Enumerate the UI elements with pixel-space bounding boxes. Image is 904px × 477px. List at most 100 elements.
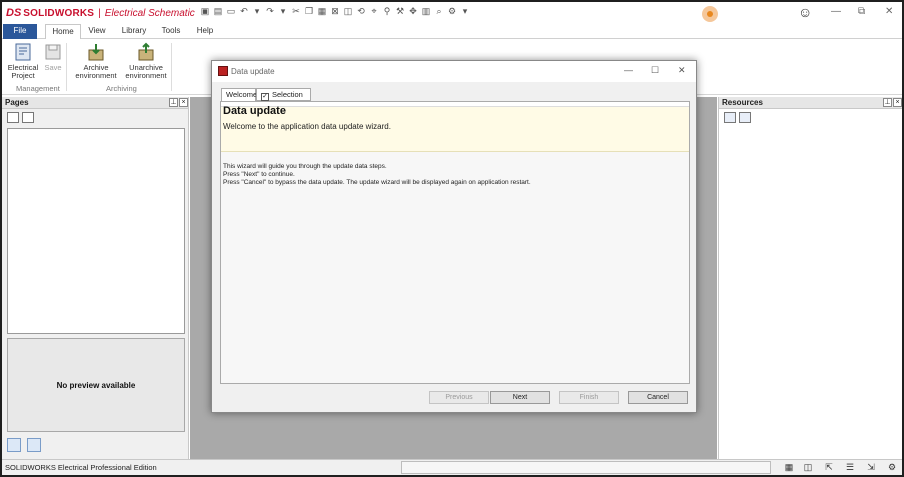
maximize-icon[interactable]: ☐ <box>651 65 659 76</box>
save-icon <box>45 44 61 60</box>
move-icon[interactable]: ✥ <box>408 6 418 17</box>
dialog-body: Data update Welcome to the application d… <box>220 101 690 384</box>
tab-library[interactable]: Library <box>118 24 150 39</box>
preview-text: No preview available <box>56 380 136 390</box>
pages-tree[interactable] <box>7 128 185 334</box>
settings-icon[interactable]: ⚙ <box>447 6 457 17</box>
dialog-subheading: Welcome to the application data update w… <box>223 122 391 131</box>
tab-selection-label: Selection <box>272 90 303 99</box>
redo-icon[interactable]: ↷ <box>265 6 275 17</box>
dialog-heading: Data update <box>223 105 286 117</box>
group-separator <box>66 43 67 91</box>
zoom-preview-icon[interactable] <box>7 438 21 452</box>
copy-icon[interactable]: ❐ <box>304 6 314 17</box>
dialog-title-bar: Data update — ☐ ✕ <box>212 61 696 82</box>
list-icon[interactable] <box>739 112 751 123</box>
zoom-icon[interactable]: ⚲ <box>382 6 392 17</box>
electrical-project-icon <box>15 43 31 61</box>
rotate-icon[interactable]: ⟲ <box>356 6 366 17</box>
title-bar: DS SOLIDWORKS | Electrical Schematic ▣ ▤… <box>2 2 902 24</box>
dialog-footer: Previous Next Finish Cancel <box>220 384 690 408</box>
new-icon[interactable]: ▣ <box>200 6 210 17</box>
instruction-line: Press "Cancel" to bypass the data update… <box>223 179 531 186</box>
cursor-icon[interactable]: ⇱ <box>822 461 836 474</box>
tab-welcome[interactable]: Welcome <box>221 88 257 102</box>
ds-logo-icon: DS <box>6 7 22 19</box>
edition-text: SOLIDWORKS Electrical Professional Editi… <box>5 463 157 472</box>
cut-icon[interactable]: ✂ <box>291 6 301 17</box>
instruction-line: This wizard will guide you through the u… <box>223 163 387 170</box>
grid-icon[interactable]: ▦ <box>782 461 796 474</box>
archive-environment-label: Archive environment <box>75 63 117 80</box>
tab-home[interactable]: Home <box>45 24 81 40</box>
data-update-dialog: Data update — ☐ ✕ Welcome ✓ Selection Dat… <box>211 60 697 413</box>
pin-icon[interactable]: ⊥ <box>883 98 892 107</box>
save-icon[interactable]: ▤ <box>213 6 223 17</box>
header-strip <box>221 102 689 107</box>
close-icon[interactable]: ✕ <box>885 6 893 17</box>
ortho-icon[interactable]: ◫ <box>801 461 815 474</box>
tab-file[interactable]: File <box>3 24 37 39</box>
archive-environment-button[interactable]: Archive environment <box>70 42 122 80</box>
dialog-header: Data update Welcome to the application d… <box>221 102 689 152</box>
close-icon[interactable]: × <box>179 98 188 107</box>
status-bar: SOLIDWORKS Electrical Professional Editi… <box>2 459 902 475</box>
quick-access-toolbar: ▣ ▤ ▭ ↶ ▾ ↷ ▾ ✂ ❐ ▦ ⊠ ◫ ⟲ ⌖ ⚲ ⚒ ✥ ▥ ⌕ ⚙ … <box>200 6 470 17</box>
settings-icon[interactable]: ⚙ <box>885 461 899 474</box>
resources-panel-title: Resources <box>722 98 763 107</box>
feedback-smiley-icon[interactable]: ☺ <box>798 4 812 20</box>
dialog-instructions: This wizard will guide you through the u… <box>223 163 531 187</box>
print-icon[interactable]: ▭ <box>226 6 236 17</box>
snap-icon[interactable]: ⇲ <box>864 461 878 474</box>
search-icon[interactable]: ⌕ <box>434 6 444 17</box>
previous-button[interactable]: Previous <box>429 391 489 404</box>
group-archiving-label: Archiving <box>106 84 137 93</box>
dialog-title: Data update <box>231 67 275 76</box>
pin-icon[interactable]: ⊥ <box>169 98 178 107</box>
app-window: DS SOLIDWORKS | Electrical Schematic ▣ ▤… <box>0 0 904 477</box>
lines-icon[interactable]: ☰ <box>843 461 857 474</box>
minimize-icon[interactable]: — <box>831 6 841 17</box>
resources-panel: Resources ⊥ × <box>718 97 902 459</box>
paste-icon[interactable]: ▦ <box>317 6 327 17</box>
resources-panel-header: Resources ⊥ × <box>719 97 902 109</box>
undo-icon[interactable]: ↶ <box>239 6 249 17</box>
product-name: Electrical Schematic <box>104 7 195 19</box>
group-separator <box>171 43 172 91</box>
tab-tools[interactable]: Tools <box>157 24 185 39</box>
tab-view[interactable]: View <box>84 24 110 39</box>
dropdown-icon[interactable]: ▾ <box>278 6 288 17</box>
record-indicator-icon <box>702 6 718 22</box>
save-label: Save <box>44 63 62 72</box>
next-button[interactable]: Next <box>490 391 550 404</box>
save-button[interactable]: Save <box>42 42 64 72</box>
select-icon[interactable]: ⌖ <box>369 6 379 17</box>
home-icon[interactable] <box>724 112 736 123</box>
ribbon-tabs: File Home View Library Tools Help <box>2 24 902 40</box>
pages-panel-title: Pages <box>5 98 29 107</box>
window-icon[interactable]: ◫ <box>343 6 353 17</box>
app-icon <box>218 66 228 76</box>
instruction-line: Press "Next" to continue. <box>223 171 295 178</box>
finish-button[interactable]: Finish <box>559 391 619 404</box>
pages-view-icon[interactable] <box>7 112 19 123</box>
unarchive-environment-button[interactable]: Unarchive environment <box>123 42 169 80</box>
tab-selection[interactable]: ✓ Selection <box>256 88 311 101</box>
pages-sheet-icon[interactable] <box>22 112 34 123</box>
close-icon[interactable]: ✕ <box>678 65 686 76</box>
cancel-button[interactable]: Cancel <box>628 391 688 404</box>
restore-icon[interactable]: ⧉ <box>858 6 865 17</box>
tab-help[interactable]: Help <box>192 24 218 39</box>
electrical-project-button[interactable]: Electrical Project <box>5 42 41 80</box>
close-icon[interactable]: × <box>893 98 902 107</box>
dropdown-icon[interactable]: ▾ <box>460 6 470 17</box>
app-logo: DS SOLIDWORKS | Electrical Schematic <box>6 6 195 20</box>
unarchive-environment-label: Unarchive environment <box>125 63 167 80</box>
dropdown-icon[interactable]: ▾ <box>252 6 262 17</box>
minimize-icon[interactable]: — <box>624 65 633 75</box>
unarchive-icon <box>138 42 154 61</box>
tool-icon[interactable]: ⚒ <box>395 6 405 17</box>
refresh-preview-icon[interactable] <box>27 438 41 452</box>
delete-icon[interactable]: ⊠ <box>330 6 340 17</box>
layout-icon[interactable]: ▥ <box>421 6 431 17</box>
